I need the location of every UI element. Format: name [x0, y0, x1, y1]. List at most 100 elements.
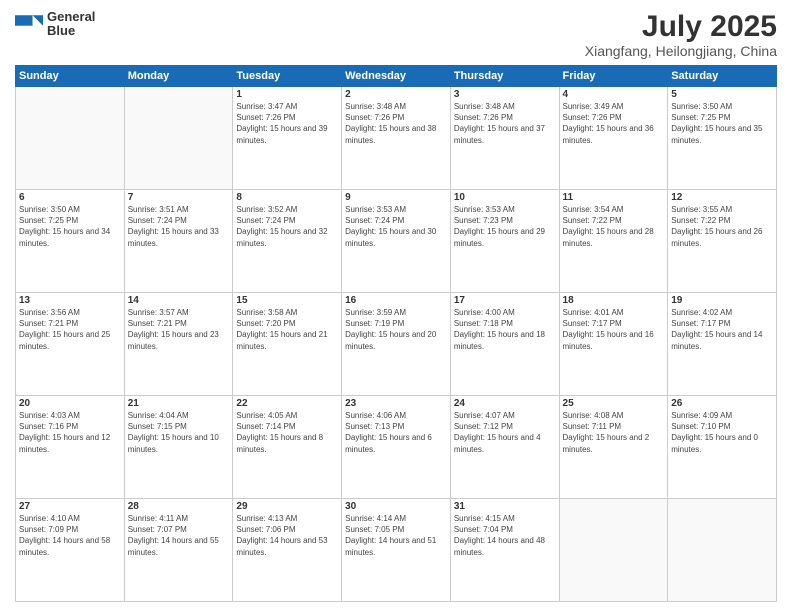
day-detail: Sunrise: 4:09 AMSunset: 7:10 PMDaylight:… [671, 410, 773, 455]
calendar-cell: 2Sunrise: 3:48 AMSunset: 7:26 PMDaylight… [342, 87, 451, 190]
calendar-cell: 23Sunrise: 4:06 AMSunset: 7:13 PMDayligh… [342, 396, 451, 499]
page: General Blue July 2025 Xiangfang, Heilon… [0, 0, 792, 612]
calendar-cell: 5Sunrise: 3:50 AMSunset: 7:25 PMDaylight… [668, 87, 777, 190]
day-header-monday: Monday [124, 66, 233, 87]
calendar-week-row: 6Sunrise: 3:50 AMSunset: 7:25 PMDaylight… [16, 190, 777, 293]
day-detail: Sunrise: 4:04 AMSunset: 7:15 PMDaylight:… [128, 410, 230, 455]
day-detail: Sunrise: 4:02 AMSunset: 7:17 PMDaylight:… [671, 307, 773, 352]
day-number: 5 [671, 89, 773, 100]
day-detail: Sunrise: 3:52 AMSunset: 7:24 PMDaylight:… [236, 204, 338, 249]
calendar-cell: 20Sunrise: 4:03 AMSunset: 7:16 PMDayligh… [16, 396, 125, 499]
day-number: 11 [563, 192, 665, 203]
calendar-cell: 27Sunrise: 4:10 AMSunset: 7:09 PMDayligh… [16, 499, 125, 602]
day-number: 22 [236, 398, 338, 409]
day-number: 26 [671, 398, 773, 409]
calendar-cell: 22Sunrise: 4:05 AMSunset: 7:14 PMDayligh… [233, 396, 342, 499]
calendar-cell: 25Sunrise: 4:08 AMSunset: 7:11 PMDayligh… [559, 396, 668, 499]
day-number: 6 [19, 192, 121, 203]
day-header-saturday: Saturday [668, 66, 777, 87]
day-detail: Sunrise: 4:14 AMSunset: 7:05 PMDaylight:… [345, 513, 447, 558]
day-number: 23 [345, 398, 447, 409]
day-number: 7 [128, 192, 230, 203]
logo-icon [15, 10, 43, 38]
day-number: 2 [345, 89, 447, 100]
day-number: 15 [236, 295, 338, 306]
calendar-cell: 26Sunrise: 4:09 AMSunset: 7:10 PMDayligh… [668, 396, 777, 499]
day-number: 14 [128, 295, 230, 306]
calendar-cell: 16Sunrise: 3:59 AMSunset: 7:19 PMDayligh… [342, 293, 451, 396]
day-number: 17 [454, 295, 556, 306]
day-number: 10 [454, 192, 556, 203]
day-number: 29 [236, 501, 338, 512]
day-number: 1 [236, 89, 338, 100]
day-detail: Sunrise: 4:05 AMSunset: 7:14 PMDaylight:… [236, 410, 338, 455]
day-detail: Sunrise: 4:13 AMSunset: 7:06 PMDaylight:… [236, 513, 338, 558]
calendar-cell: 6Sunrise: 3:50 AMSunset: 7:25 PMDaylight… [16, 190, 125, 293]
day-number: 12 [671, 192, 773, 203]
logo-text: General Blue [47, 10, 95, 39]
day-detail: Sunrise: 4:03 AMSunset: 7:16 PMDaylight:… [19, 410, 121, 455]
location-title: Xiangfang, Heilongjiang, China [585, 43, 777, 59]
calendar-cell: 17Sunrise: 4:00 AMSunset: 7:18 PMDayligh… [450, 293, 559, 396]
day-header-friday: Friday [559, 66, 668, 87]
day-detail: Sunrise: 4:01 AMSunset: 7:17 PMDaylight:… [563, 307, 665, 352]
day-number: 19 [671, 295, 773, 306]
day-number: 4 [563, 89, 665, 100]
day-detail: Sunrise: 3:57 AMSunset: 7:21 PMDaylight:… [128, 307, 230, 352]
day-detail: Sunrise: 4:08 AMSunset: 7:11 PMDaylight:… [563, 410, 665, 455]
calendar-cell: 1Sunrise: 3:47 AMSunset: 7:26 PMDaylight… [233, 87, 342, 190]
day-detail: Sunrise: 3:51 AMSunset: 7:24 PMDaylight:… [128, 204, 230, 249]
day-detail: Sunrise: 3:56 AMSunset: 7:21 PMDaylight:… [19, 307, 121, 352]
day-header-thursday: Thursday [450, 66, 559, 87]
day-detail: Sunrise: 3:55 AMSunset: 7:22 PMDaylight:… [671, 204, 773, 249]
day-detail: Sunrise: 3:58 AMSunset: 7:20 PMDaylight:… [236, 307, 338, 352]
calendar-cell: 14Sunrise: 3:57 AMSunset: 7:21 PMDayligh… [124, 293, 233, 396]
calendar-week-row: 27Sunrise: 4:10 AMSunset: 7:09 PMDayligh… [16, 499, 777, 602]
calendar-cell: 31Sunrise: 4:15 AMSunset: 7:04 PMDayligh… [450, 499, 559, 602]
calendar-cell: 15Sunrise: 3:58 AMSunset: 7:20 PMDayligh… [233, 293, 342, 396]
calendar-cell: 13Sunrise: 3:56 AMSunset: 7:21 PMDayligh… [16, 293, 125, 396]
logo: General Blue [15, 10, 95, 39]
calendar-cell: 10Sunrise: 3:53 AMSunset: 7:23 PMDayligh… [450, 190, 559, 293]
day-detail: Sunrise: 3:54 AMSunset: 7:22 PMDaylight:… [563, 204, 665, 249]
day-number: 24 [454, 398, 556, 409]
calendar-header-row: SundayMondayTuesdayWednesdayThursdayFrid… [16, 66, 777, 87]
day-detail: Sunrise: 3:53 AMSunset: 7:23 PMDaylight:… [454, 204, 556, 249]
calendar-week-row: 1Sunrise: 3:47 AMSunset: 7:26 PMDaylight… [16, 87, 777, 190]
calendar-cell [16, 87, 125, 190]
day-detail: Sunrise: 4:06 AMSunset: 7:13 PMDaylight:… [345, 410, 447, 455]
day-detail: Sunrise: 4:00 AMSunset: 7:18 PMDaylight:… [454, 307, 556, 352]
day-number: 13 [19, 295, 121, 306]
calendar-cell: 8Sunrise: 3:52 AMSunset: 7:24 PMDaylight… [233, 190, 342, 293]
day-number: 21 [128, 398, 230, 409]
day-detail: Sunrise: 3:48 AMSunset: 7:26 PMDaylight:… [345, 101, 447, 146]
calendar-cell: 3Sunrise: 3:48 AMSunset: 7:26 PMDaylight… [450, 87, 559, 190]
day-detail: Sunrise: 3:59 AMSunset: 7:19 PMDaylight:… [345, 307, 447, 352]
calendar-cell [559, 499, 668, 602]
day-header-wednesday: Wednesday [342, 66, 451, 87]
day-number: 16 [345, 295, 447, 306]
calendar-cell: 29Sunrise: 4:13 AMSunset: 7:06 PMDayligh… [233, 499, 342, 602]
day-detail: Sunrise: 4:15 AMSunset: 7:04 PMDaylight:… [454, 513, 556, 558]
day-number: 27 [19, 501, 121, 512]
day-number: 28 [128, 501, 230, 512]
day-header-sunday: Sunday [16, 66, 125, 87]
calendar-cell: 11Sunrise: 3:54 AMSunset: 7:22 PMDayligh… [559, 190, 668, 293]
day-detail: Sunrise: 4:11 AMSunset: 7:07 PMDaylight:… [128, 513, 230, 558]
day-detail: Sunrise: 3:53 AMSunset: 7:24 PMDaylight:… [345, 204, 447, 249]
title-block: July 2025 Xiangfang, Heilongjiang, China [585, 10, 777, 59]
calendar-cell [124, 87, 233, 190]
calendar-cell: 7Sunrise: 3:51 AMSunset: 7:24 PMDaylight… [124, 190, 233, 293]
day-number: 31 [454, 501, 556, 512]
day-number: 3 [454, 89, 556, 100]
header: General Blue July 2025 Xiangfang, Heilon… [15, 10, 777, 59]
calendar-cell: 9Sunrise: 3:53 AMSunset: 7:24 PMDaylight… [342, 190, 451, 293]
day-header-tuesday: Tuesday [233, 66, 342, 87]
day-number: 30 [345, 501, 447, 512]
day-detail: Sunrise: 4:07 AMSunset: 7:12 PMDaylight:… [454, 410, 556, 455]
day-detail: Sunrise: 3:50 AMSunset: 7:25 PMDaylight:… [671, 101, 773, 146]
calendar-cell: 21Sunrise: 4:04 AMSunset: 7:15 PMDayligh… [124, 396, 233, 499]
day-number: 20 [19, 398, 121, 409]
calendar-cell [668, 499, 777, 602]
calendar-week-row: 13Sunrise: 3:56 AMSunset: 7:21 PMDayligh… [16, 293, 777, 396]
